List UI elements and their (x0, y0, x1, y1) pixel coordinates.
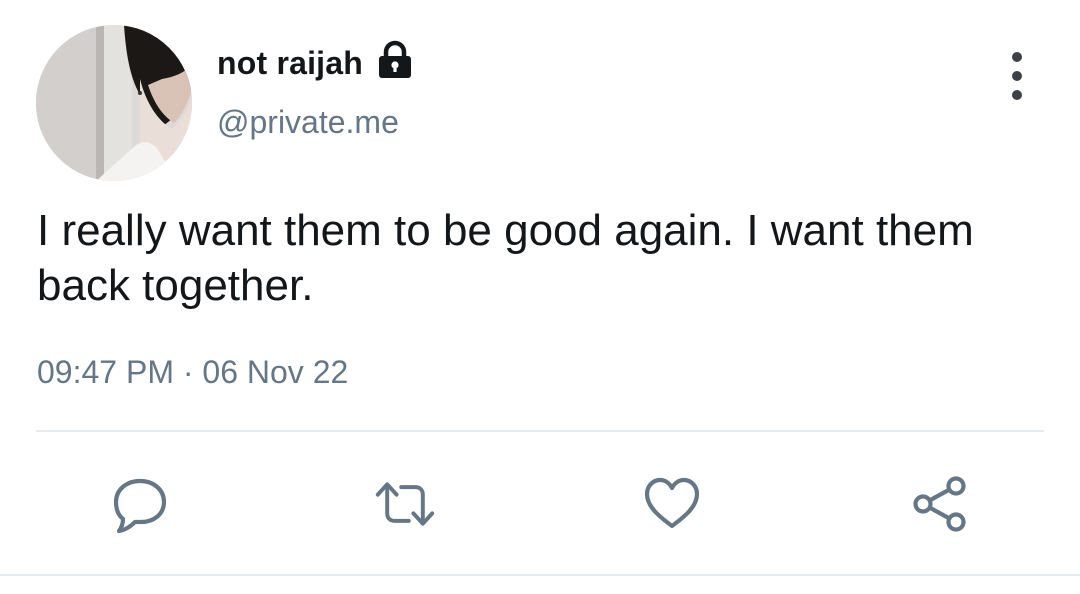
display-name-row[interactable]: not raijah (217, 40, 413, 86)
share-icon (913, 476, 966, 532)
tweet-date: 06 Nov 22 (202, 354, 349, 390)
more-vertical-icon-dot (1012, 90, 1022, 100)
bottom-divider (0, 574, 1080, 576)
meta-separator: · (182, 354, 194, 390)
tweet-text: I really want them to be good again. I w… (37, 206, 974, 310)
handle[interactable]: @private.me (217, 104, 399, 141)
retweet-button[interactable] (375, 474, 435, 534)
avatar[interactable] (36, 25, 192, 181)
retweet-icon (375, 482, 435, 526)
tweet-time: 09:47 PM (37, 354, 174, 390)
more-vertical-icon-dot (1012, 71, 1022, 81)
share-button[interactable] (910, 474, 970, 534)
divider (36, 430, 1044, 432)
comment-icon (113, 478, 167, 533)
reply-button[interactable] (110, 474, 170, 534)
avatar-photo (36, 25, 192, 181)
more-options-button[interactable] (1000, 52, 1034, 100)
more-vertical-icon (1012, 52, 1022, 62)
lock-icon (377, 40, 413, 80)
like-button[interactable] (642, 474, 702, 534)
tweet-card: not raijah @private.me I really want the… (0, 0, 1080, 594)
heart-icon (644, 477, 700, 529)
tweet-timestamp[interactable]: 09:47 PM · 06 Nov 22 (37, 354, 348, 391)
display-name[interactable]: not raijah (217, 45, 363, 82)
